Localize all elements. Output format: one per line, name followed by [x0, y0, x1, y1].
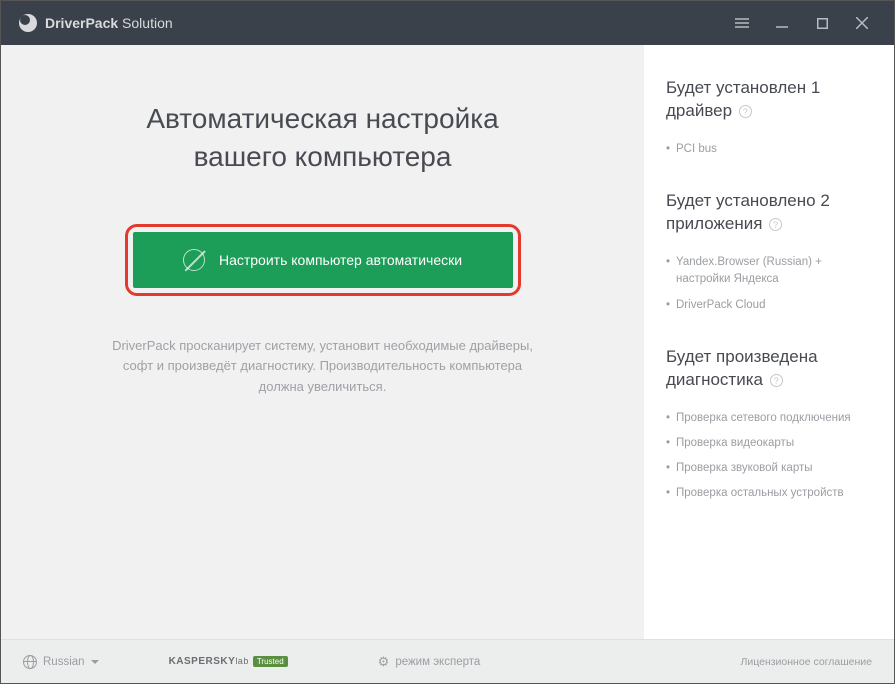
help-icon[interactable]: ? [739, 105, 752, 118]
sidebar-heading: Будет установлено 2 приложения ? [666, 190, 872, 236]
app-title: DriverPack Solution [45, 15, 173, 31]
app-logo: DriverPack Solution [19, 14, 173, 32]
kaspersky-badge: KASPERSKYlab Trusted [169, 656, 288, 667]
gear-icon: ⚙ [378, 654, 390, 670]
titlebar: DriverPack Solution [1, 1, 894, 45]
sidebar: Будет установлен 1 драйвер ? PCI bus Буд… [644, 45, 894, 639]
maximize-button[interactable] [802, 1, 842, 45]
main-panel: Автоматическая настройка вашего компьюте… [1, 45, 644, 639]
help-icon[interactable]: ? [769, 218, 782, 231]
window-controls [722, 1, 882, 45]
list-item: Проверка видеокарты [666, 431, 872, 456]
sidebar-section-apps: Будет установлено 2 приложения ? Yandex.… [666, 190, 872, 318]
language-label: Russian [43, 656, 85, 668]
list-item: Проверка остальных устройств [666, 481, 872, 506]
list-item: Проверка сетевого подключения [666, 406, 872, 431]
cta-highlight-frame: Настроить компьютер автоматически [125, 224, 521, 296]
sidebar-heading: Будет произведена диагностика ? [666, 346, 872, 392]
configure-automatically-button[interactable]: Настроить компьютер автоматически [133, 232, 513, 288]
sidebar-heading: Будет установлен 1 драйвер ? [666, 77, 872, 123]
maximize-icon [817, 18, 828, 29]
license-link[interactable]: Лицензионное соглашение [740, 656, 872, 668]
disc-icon [183, 249, 205, 271]
logo-icon [19, 14, 37, 32]
page-title: Автоматическая настройка вашего компьюте… [146, 100, 498, 176]
language-selector[interactable]: Russian [23, 655, 99, 669]
minimize-button[interactable] [762, 1, 802, 45]
list-item: PCI bus [666, 137, 872, 162]
globe-icon [23, 655, 37, 669]
expert-mode-label: режим эксперта [395, 656, 480, 668]
app-window: DriverPack Solution Автоматическая настр… [0, 0, 895, 684]
list-item: DriverPack Cloud [666, 293, 872, 318]
help-icon[interactable]: ? [770, 374, 783, 387]
minimize-icon [776, 17, 788, 29]
main-description: DriverPack просканирует систему, установ… [103, 336, 543, 398]
chevron-down-icon [91, 660, 99, 664]
hamburger-icon [735, 18, 749, 28]
close-icon [856, 17, 868, 29]
list-item: Yandex.Browser (Russian) + настройки Янд… [666, 250, 872, 293]
sidebar-section-drivers: Будет установлен 1 драйвер ? PCI bus [666, 77, 872, 162]
menu-button[interactable] [722, 1, 762, 45]
cta-label: Настроить компьютер автоматически [219, 252, 462, 268]
footer: Russian KASPERSKYlab Trusted ⚙ режим экс… [1, 639, 894, 683]
list-item: Проверка звуковой карты [666, 456, 872, 481]
expert-mode-toggle[interactable]: ⚙ режим эксперта [378, 654, 481, 670]
sidebar-section-diagnostics: Будет произведена диагностика ? Проверка… [666, 346, 872, 507]
close-button[interactable] [842, 1, 882, 45]
